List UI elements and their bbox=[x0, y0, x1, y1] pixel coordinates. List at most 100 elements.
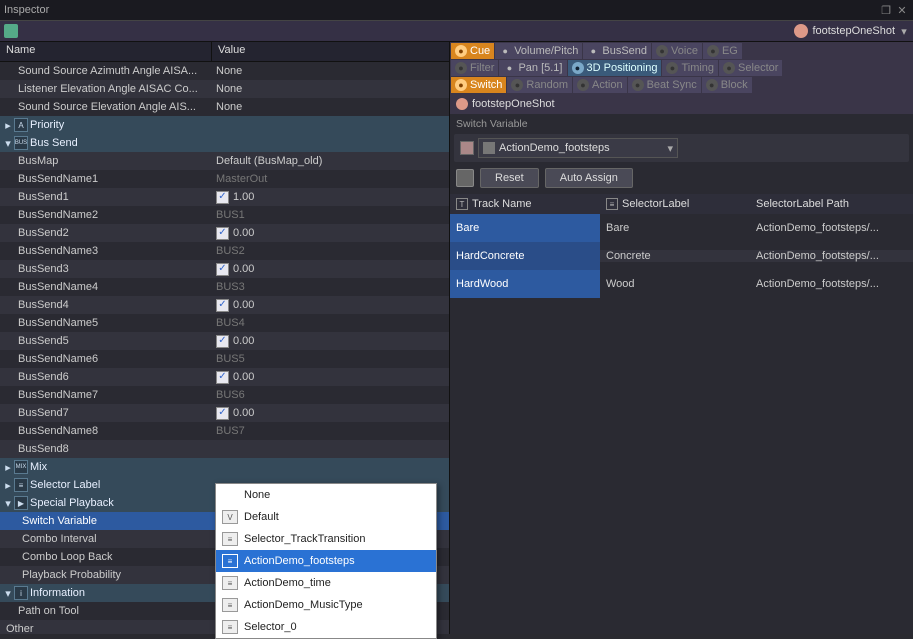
breadcrumb: footstepOneShot bbox=[450, 94, 913, 114]
table-cell[interactable]: Concrete bbox=[600, 250, 750, 262]
column-selector-path[interactable]: SelectorLabel Path bbox=[750, 198, 913, 210]
property-row[interactable]: BusSend4✓0.00 bbox=[0, 296, 449, 314]
property-value[interactable]: ✓0.00 bbox=[212, 407, 449, 420]
property-row[interactable]: BusSendName3BUS2 bbox=[0, 242, 449, 260]
view-mode-icon[interactable] bbox=[4, 24, 18, 38]
tab-random[interactable]: ●Random bbox=[507, 77, 572, 93]
collapse-icon[interactable]: ▾ bbox=[2, 497, 14, 510]
selector-dropdown[interactable]: ActionDemo_footsteps ▾ bbox=[478, 138, 678, 158]
dropdown-item[interactable]: VDefault bbox=[216, 506, 436, 528]
dropdown-item[interactable]: ≡ActionDemo_time bbox=[216, 572, 436, 594]
window-restore-icon[interactable]: ❐ bbox=[879, 3, 893, 17]
dropdown-item[interactable]: ≡Selector_TrackTransition bbox=[216, 528, 436, 550]
table-cell[interactable]: HardConcrete bbox=[450, 242, 600, 270]
collapse-icon[interactable]: ▾ bbox=[2, 587, 14, 600]
tab-selector[interactable]: ●Selector bbox=[719, 60, 782, 76]
tab-icon: ● bbox=[499, 45, 511, 57]
table-row[interactable]: HardWoodWoodActionDemo_footsteps/... bbox=[450, 270, 913, 298]
category-priority[interactable]: ▸ A Priority bbox=[0, 116, 449, 134]
column-track-name[interactable]: TTrack Name bbox=[450, 198, 600, 210]
property-value[interactable]: ✓0.00 bbox=[212, 299, 449, 312]
dropdown-item[interactable]: ≡Selector_0 bbox=[216, 616, 436, 638]
property-value[interactable]: BUS1 bbox=[212, 209, 449, 221]
property-row[interactable]: BusSendName4BUS3 bbox=[0, 278, 449, 296]
property-value[interactable]: BUS7 bbox=[212, 425, 449, 437]
property-row[interactable]: Sound Source Elevation Angle AIS... None bbox=[0, 98, 449, 116]
property-row[interactable]: BusSendName8BUS7 bbox=[0, 422, 449, 440]
window-close-icon[interactable]: ✕ bbox=[895, 3, 909, 17]
property-row[interactable]: BusSend8 bbox=[0, 440, 449, 458]
table-cell[interactable]: Bare bbox=[450, 214, 600, 242]
property-row[interactable]: BusSend2✓0.00 bbox=[0, 224, 449, 242]
switch-variable-dropdown[interactable]: NoneVDefault≡Selector_TrackTransition≡Ac… bbox=[215, 483, 437, 639]
tab-block[interactable]: ●Block bbox=[702, 77, 752, 93]
dropdown-item[interactable]: ≡ActionDemo_MusicType bbox=[216, 594, 436, 616]
table-cell[interactable]: ActionDemo_footsteps/... bbox=[750, 250, 913, 262]
property-row[interactable]: BusSendName6BUS5 bbox=[0, 350, 449, 368]
property-row[interactable]: BusSend6✓0.00 bbox=[0, 368, 449, 386]
checkbox[interactable]: ✓ bbox=[216, 263, 229, 276]
property-row[interactable]: Sound Source Azimuth Angle AISA... None bbox=[0, 62, 449, 80]
property-value[interactable]: ✓0.00 bbox=[212, 263, 449, 276]
property-value[interactable]: ✓0.00 bbox=[212, 335, 449, 348]
checkbox[interactable]: ✓ bbox=[216, 335, 229, 348]
property-row[interactable]: BusSend7✓0.00 bbox=[0, 404, 449, 422]
property-row[interactable]: BusSendName2BUS1 bbox=[0, 206, 449, 224]
property-value[interactable]: ✓0.00 bbox=[212, 371, 449, 384]
expand-icon[interactable]: ▸ bbox=[2, 461, 14, 474]
category-mix[interactable]: ▸ MIX Mix bbox=[0, 458, 449, 476]
property-value[interactable]: ✓0.00 bbox=[212, 227, 449, 240]
table-cell[interactable]: Bare bbox=[600, 222, 750, 234]
tab-action[interactable]: ●Action bbox=[573, 77, 627, 93]
tab-volume-pitch[interactable]: ●Volume/Pitch bbox=[495, 43, 582, 59]
property-value[interactable]: BUS3 bbox=[212, 281, 449, 293]
expand-icon[interactable]: ▸ bbox=[2, 479, 14, 492]
checkbox[interactable]: ✓ bbox=[216, 227, 229, 240]
checkbox[interactable]: ✓ bbox=[216, 299, 229, 312]
tab-eg[interactable]: ●EG bbox=[703, 43, 742, 59]
checkbox[interactable]: ✓ bbox=[216, 407, 229, 420]
header-value: Value bbox=[212, 42, 449, 61]
table-cell[interactable]: Wood bbox=[600, 278, 750, 290]
collapse-icon[interactable]: ▾ bbox=[2, 137, 14, 150]
tab-bussend[interactable]: ●BusSend bbox=[583, 43, 651, 59]
checkbox[interactable]: ✓ bbox=[216, 371, 229, 384]
property-value[interactable]: MasterOut bbox=[212, 173, 449, 185]
tab-voice[interactable]: ●Voice bbox=[652, 43, 702, 59]
property-row[interactable]: BusSendName7BUS6 bbox=[0, 386, 449, 404]
table-cell[interactable]: HardWood bbox=[450, 270, 600, 298]
tab-3d-positioning[interactable]: ●3D Positioning bbox=[568, 60, 662, 76]
property-row[interactable]: BusSendName5BUS4 bbox=[0, 314, 449, 332]
property-row[interactable]: Listener Elevation Angle AISAC Co... Non… bbox=[0, 80, 449, 98]
table-row[interactable]: HardConcreteConcreteActionDemo_footsteps… bbox=[450, 242, 913, 270]
auto-assign-button[interactable]: Auto Assign bbox=[545, 168, 633, 188]
property-value[interactable]: BUS4 bbox=[212, 317, 449, 329]
column-selector-label[interactable]: ≡SelectorLabel bbox=[600, 198, 750, 210]
tab-pan-5-1-[interactable]: ●Pan [5.1] bbox=[499, 60, 566, 76]
property-row[interactable]: BusSend5✓0.00 bbox=[0, 332, 449, 350]
tab-timing[interactable]: ●Timing bbox=[662, 60, 718, 76]
property-value[interactable]: BUS6 bbox=[212, 389, 449, 401]
reset-button[interactable]: Reset bbox=[480, 168, 539, 188]
property-row[interactable]: BusMap Default (BusMap_old) bbox=[0, 152, 449, 170]
tab-cue[interactable]: ●Cue bbox=[451, 43, 494, 59]
dropdown-item[interactable]: None bbox=[216, 484, 436, 506]
property-value[interactable]: BUS2 bbox=[212, 245, 449, 257]
table-row[interactable]: BareBareActionDemo_footsteps/... bbox=[450, 214, 913, 242]
property-row[interactable]: BusSend1✓1.00 bbox=[0, 188, 449, 206]
dropdown-item[interactable]: ≡ActionDemo_footsteps bbox=[216, 550, 436, 572]
property-value[interactable]: BUS5 bbox=[212, 353, 449, 365]
property-row[interactable]: BusSend3✓0.00 bbox=[0, 260, 449, 278]
item-menu-arrow-icon[interactable]: ▾ bbox=[899, 25, 909, 38]
table-cell[interactable]: ActionDemo_footsteps/... bbox=[750, 278, 913, 290]
category-bussend[interactable]: ▾ BUS Bus Send bbox=[0, 134, 449, 152]
expand-icon[interactable]: ▸ bbox=[2, 119, 14, 132]
tab-filter[interactable]: ●Filter bbox=[451, 60, 498, 76]
checkbox[interactable]: ✓ bbox=[216, 191, 229, 204]
tab-switch[interactable]: ●Switch bbox=[451, 77, 506, 93]
tab-beat-sync[interactable]: ●Beat Sync bbox=[628, 77, 701, 93]
property-row[interactable]: BusSendName1MasterOut bbox=[0, 170, 449, 188]
table-cell[interactable]: ActionDemo_footsteps/... bbox=[750, 222, 913, 234]
property-value[interactable]: ✓1.00 bbox=[212, 191, 449, 204]
tool-icon[interactable] bbox=[456, 169, 474, 187]
